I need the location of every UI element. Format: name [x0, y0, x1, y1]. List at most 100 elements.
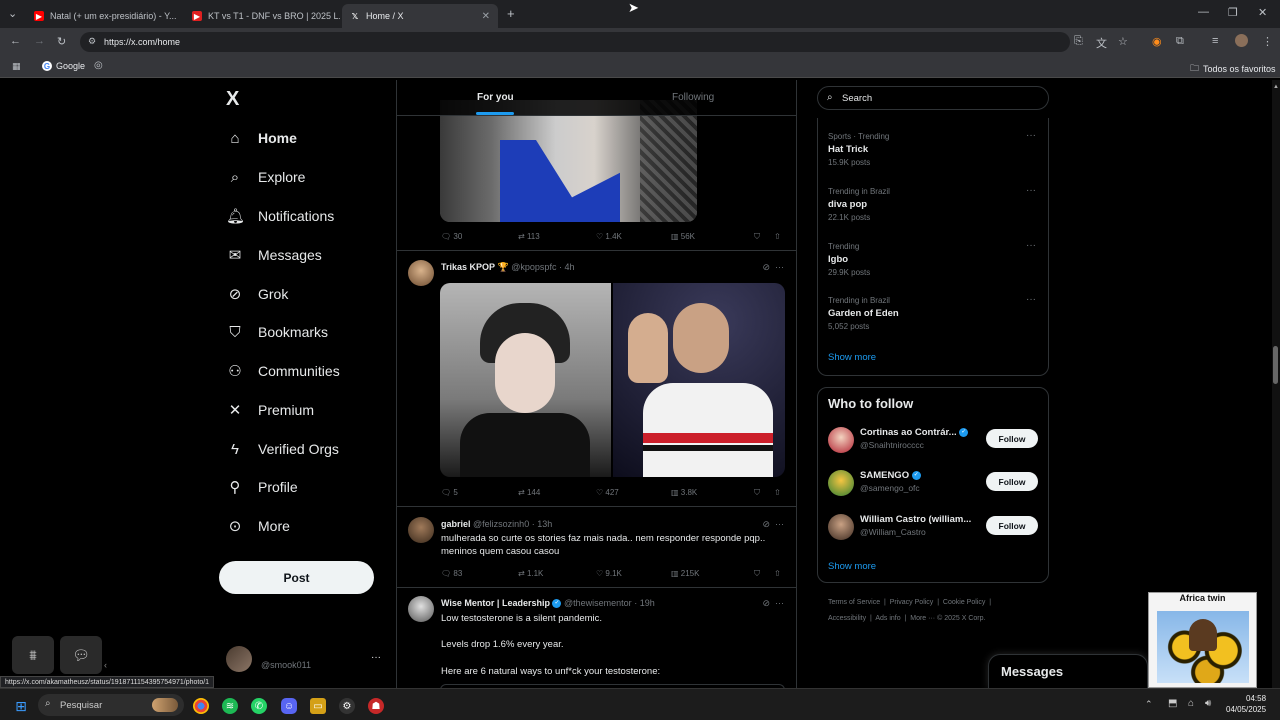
sidebar-item-notifications[interactable]: 🔔︎ Notifications	[226, 202, 334, 230]
reply-button[interactable]: 🗨︎ 83	[441, 569, 462, 578]
network-icon[interactable]: ⌂	[1188, 698, 1194, 709]
follow-suggestion[interactable]: Cortinas ao Contrár... ✓ @Snaihtnirocccc…	[828, 425, 1042, 457]
footer-link[interactable]: Ads info	[875, 615, 900, 622]
tweet-time[interactable]: 19h	[640, 598, 655, 608]
repost-button[interactable]: ⇄ 1.1K	[518, 569, 543, 578]
footer-link[interactable]: More ···	[910, 615, 935, 622]
sidebar-item-bookmarks[interactable]: ⛉ Bookmarks	[226, 318, 328, 346]
author-name[interactable]: gabriel	[441, 519, 471, 529]
media-icon[interactable]: ≡	[1212, 35, 1218, 47]
tray-chevron-icon[interactable]: ⌃	[1145, 699, 1153, 710]
follow-suggestion[interactable]: William Castro (william... @William_Cast…	[828, 512, 1042, 544]
more-dots-icon[interactable]: ···	[1026, 130, 1036, 141]
tweet-media-image[interactable]	[440, 283, 611, 477]
maximize-icon[interactable]: ❐	[1228, 6, 1238, 19]
share-icon[interactable]: ⇧	[774, 488, 781, 497]
author-name[interactable]: Wise Mentor | Leadership	[441, 598, 550, 608]
chrome-icon[interactable]	[193, 698, 209, 714]
more-dots-icon[interactable]: ···	[1026, 294, 1036, 305]
sidebar-item-communities[interactable]: ⚇ Communities	[226, 357, 339, 385]
tab-for-you[interactable]: For you	[477, 92, 514, 103]
footer-link[interactable]: Privacy Policy	[890, 599, 934, 606]
avatar[interactable]	[408, 517, 434, 543]
globe-icon[interactable]: ◎	[94, 60, 103, 71]
bookmark-icon[interactable]: ⛉	[754, 569, 760, 579]
file-explorer-icon[interactable]: ▭	[310, 698, 326, 714]
tweet-media-image[interactable]	[440, 100, 697, 222]
pip-widget[interactable]: Africa twin	[1148, 592, 1257, 688]
views-button[interactable]: ▥ 3.8K	[671, 488, 697, 497]
footer-link[interactable]: Terms of Service	[828, 599, 880, 606]
author-handle[interactable]: @felizsozinh0	[473, 519, 529, 529]
like-button[interactable]: ♡ 1.4K	[596, 232, 622, 241]
apps-grid-icon[interactable]: ▦	[12, 61, 21, 72]
back-icon[interactable]: ←	[10, 35, 21, 47]
extensions-puzzle-icon[interactable]: ⧉	[1176, 35, 1184, 48]
star-icon[interactable]: ☆	[1118, 35, 1128, 48]
reload-icon[interactable]: ↻	[57, 35, 66, 48]
app-icon[interactable]: ⚙	[339, 698, 355, 714]
reply-button[interactable]: 🗨︎ 30	[441, 232, 462, 241]
close-icon[interactable]: ✕	[482, 11, 490, 22]
views-button[interactable]: ▥ 215K	[671, 569, 699, 578]
trend-item[interactable]: Trending Igbo 29.9K posts	[828, 240, 870, 279]
sidebar-item-premium[interactable]: ✕ Premium	[226, 396, 314, 424]
views-button[interactable]: ▥ 56K	[671, 232, 695, 241]
post-button[interactable]: Post	[219, 561, 374, 594]
author-name[interactable]: Trikas KPOP	[441, 262, 495, 272]
sidebar-item-grok[interactable]: ⊘ Grok	[226, 280, 289, 308]
tweet-time[interactable]: 13h	[537, 519, 552, 529]
forward-icon[interactable]: →	[34, 35, 45, 47]
avatar[interactable]	[408, 596, 434, 622]
sidebar-item-profile[interactable]: ⚲ Profile	[226, 473, 298, 501]
footer-link[interactable]: Accessibility	[828, 615, 866, 622]
taskbar-search[interactable]: ⌕ Pesquisar	[38, 694, 184, 716]
share-icon[interactable]: ⇧	[774, 569, 781, 578]
bookmark-google[interactable]: G Google	[42, 61, 85, 71]
follow-button[interactable]: Follow	[986, 472, 1038, 491]
author-handle[interactable]: @thewisementor	[564, 598, 632, 608]
trend-item[interactable]: Sports · Trending Hat Trick 15.9K posts	[828, 130, 889, 169]
more-dots-icon[interactable]: ···	[1026, 240, 1036, 251]
sidebar-item-home[interactable]: ⌂ Home	[226, 124, 296, 152]
footer-link[interactable]: Cookie Policy	[943, 599, 985, 606]
tab-following[interactable]: Following	[672, 92, 714, 103]
trend-item[interactable]: Trending in Brazil diva pop 22.1K posts	[828, 185, 890, 224]
new-tab-icon[interactable]: +	[507, 6, 515, 21]
x-logo[interactable]: X	[226, 88, 239, 111]
follow-show-more-link[interactable]: Show more	[828, 561, 876, 572]
scrollbar-thumb[interactable]	[1273, 346, 1278, 384]
floating-chat-button[interactable]: 💬︎	[60, 636, 102, 674]
follow-suggestion[interactable]: SAMENGO ✓ @samengo_ofc Follow	[828, 468, 1042, 500]
tab-x-home[interactable]: 𝕏 Home / X ✕	[342, 4, 498, 28]
close-window-icon[interactable]: ✕	[1258, 6, 1267, 19]
bookmark-icon[interactable]: ⛉	[754, 232, 760, 242]
repost-button[interactable]: ⇄ 113	[518, 232, 540, 241]
page-scrollbar[interactable]	[1272, 80, 1280, 688]
app-icon[interactable]: ☗	[368, 698, 384, 714]
whatsapp-icon[interactable]: ✆	[251, 698, 267, 714]
spotify-icon[interactable]: ≋	[222, 698, 238, 714]
tray-app-icon[interactable]: ⬒	[1168, 698, 1177, 709]
trend-item[interactable]: Trending in Brazil Garden of Eden 5,052 …	[828, 294, 899, 333]
sidebar-item-verified-orgs[interactable]: ϟ Verified Orgs	[226, 435, 339, 463]
tweet-menu[interactable]: ⊘ ···	[762, 519, 784, 530]
all-bookmarks[interactable]: 🗀 Todos os favoritos	[1190, 61, 1276, 77]
clock[interactable]: 04:58 04/05/2025	[1226, 693, 1266, 715]
scroll-up-icon[interactable]: ▲	[1273, 84, 1279, 90]
sidebar-item-explore[interactable]: ⌕ Explore	[226, 163, 306, 191]
address-bar[interactable]: ⚙ https://x.com/home ⎘ 文 ☆	[80, 32, 1128, 52]
tab-search-icon[interactable]: ⌄	[8, 7, 17, 20]
bookmark-icon[interactable]: ⛉	[754, 488, 760, 498]
tweet-time[interactable]: 4h	[564, 262, 574, 272]
sidebar-item-messages[interactable]: ✉ Messages	[226, 241, 322, 269]
account-switcher[interactable]: @smook011 ···	[226, 646, 386, 676]
follow-button[interactable]: Follow	[986, 516, 1038, 535]
follow-button[interactable]: Follow	[986, 429, 1038, 448]
site-info-icon[interactable]: ⚙	[88, 36, 96, 47]
minimize-icon[interactable]: —	[1198, 6, 1209, 18]
extension-icon[interactable]: ◉	[1152, 35, 1162, 48]
floating-stack-button[interactable]: ⩩	[12, 636, 54, 674]
author-handle[interactable]: @kpopspfc	[511, 262, 556, 272]
tweet-media-image[interactable]	[613, 283, 785, 477]
